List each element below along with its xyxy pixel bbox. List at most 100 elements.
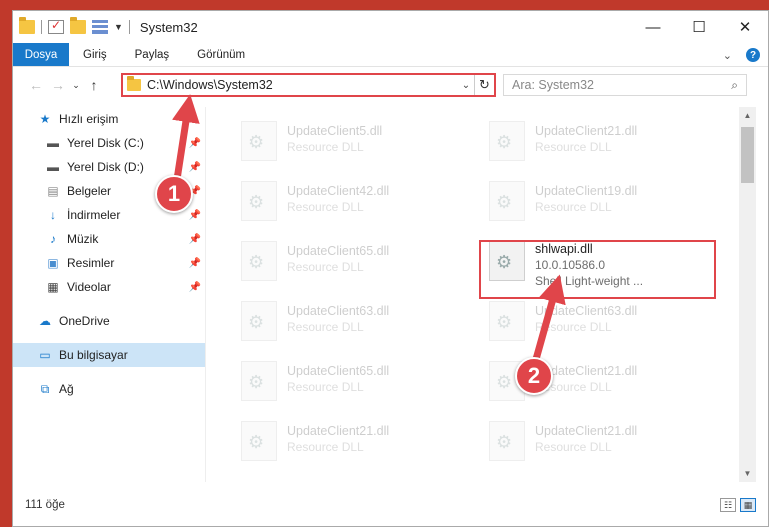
quick-access-toolbar: ▼ [19,11,130,43]
scroll-up-icon[interactable]: ▲ [739,107,756,124]
tab-view[interactable]: Görünüm [183,43,259,66]
window-controls: — ☐ ✕ [630,11,768,43]
computer-icon: ▭ [39,348,51,362]
vertical-scrollbar[interactable]: ▲ ▼ [739,107,756,482]
file-item[interactable]: UpdateClient19.dll Resource DLL [479,177,715,227]
pin-icon[interactable]: 📌 [189,234,201,245]
dll-file-icon [241,181,277,221]
file-list: UpdateClient5.dll Resource DLL UpdateClie… [209,103,741,483]
file-name: UpdateClient19.dll [535,184,638,198]
close-button[interactable]: ✕ [722,11,768,43]
dll-file-icon [489,121,525,161]
search-box[interactable]: Ara: System32 ⌕ [503,74,747,96]
toolbar-separator [128,20,130,34]
sidebar-item-label: Yerel Disk (C:) [67,136,144,150]
file-item[interactable]: UpdateClient65.dll Resource DLL [231,237,467,287]
pin-icon[interactable]: 📌 [189,138,201,149]
highlight-box-file [479,240,716,299]
forward-button[interactable]: → [47,77,69,93]
tiles-view-icon[interactable]: ▦ [740,498,756,512]
sidebar-item-label: Belgeler [67,184,112,198]
maximize-button[interactable]: ☐ [676,11,722,43]
toolbar-separator [41,20,42,34]
title-bar: ▼ System32 — ☐ ✕ [13,11,768,43]
file-item[interactable]: UpdateClient63.dll Resource DLL [479,297,715,347]
scroll-down-icon[interactable]: ▼ [739,465,756,482]
scrollbar-thumb[interactable] [741,127,754,183]
file-item[interactable]: UpdateClient42.dll Resource DLL [231,177,467,227]
refresh-icon[interactable]: ↻ [474,75,494,95]
documents-icon: ▤ [47,184,59,198]
explorer-window: ▼ System32 — ☐ ✕ Dosya Giriş Paylaş Görü… [12,10,769,527]
address-bar[interactable]: C:\Windows\System32 ⌄ ↻ [121,73,496,97]
sidebar-item-label: Hızlı erişim [59,112,119,126]
minimize-button[interactable]: — [630,11,676,43]
tab-file[interactable]: Dosya [13,43,69,66]
sidebar-item-network[interactable]: ⧉ Ağ [13,377,205,401]
sidebar-item-label: Resimler [67,256,115,270]
search-icon[interactable]: ⌕ [731,78,738,93]
dll-file-icon [241,361,277,401]
pin-icon[interactable]: 📌 [189,282,201,293]
sidebar-item-music[interactable]: ♪ Müzik 📌 [13,227,205,251]
file-item[interactable]: UpdateClient65.dll Resource DLL [231,357,467,407]
sidebar-item-onedrive[interactable]: ☁ OneDrive [13,309,205,333]
sidebar-item-local-disk-c[interactable]: ▬ Yerel Disk (C:) 📌 [13,131,205,155]
sidebar-item-label: Videolar [67,280,111,294]
cloud-icon: ☁ [39,314,51,328]
file-type: Resource DLL [535,320,612,334]
toolbar-dropdown-icon[interactable]: ▼ [114,22,123,32]
help-icon[interactable]: ? [746,48,760,62]
view-buttons: ☷ ▦ [720,498,756,512]
file-item[interactable]: UpdateClient5.dll Resource DLL [231,117,467,167]
file-item[interactable]: UpdateClient21.dllResource DLL [231,417,467,467]
navigation-bar: ← → ⌄ ↑ C:\Windows\System32 ⌄ ↻ Ara: Sys… [13,69,768,101]
sidebar-item-quick-access[interactable]: ★ Hızlı erişim [13,107,205,131]
annotation-badge-2: 2 [515,357,553,395]
up-button[interactable]: ↑ [83,77,105,93]
folder-icon [127,76,141,91]
pin-icon[interactable]: 📌 [189,162,201,173]
file-item[interactable]: UpdateClient21.dll Resource DLL [479,417,715,467]
star-icon: ★ [39,112,51,126]
file-name: UpdateClient21.dll [535,424,638,438]
sidebar-item-videos[interactable]: ▦ Videolar 📌 [13,275,205,299]
file-type: Resource DLL [535,200,612,214]
pictures-icon: ▣ [47,256,59,270]
address-path[interactable]: C:\Windows\System32 [147,78,458,92]
sidebar-item-label: Bu bilgisayar [59,348,128,362]
chevron-down-icon[interactable]: ⌄ [458,80,474,91]
dll-file-icon [241,421,277,461]
sidebar-item-label: Müzik [67,232,99,246]
tab-home[interactable]: Giriş [69,43,121,66]
back-button[interactable]: ← [25,77,47,93]
sidebar-item-this-pc[interactable]: ▭ Bu bilgisayar [13,343,205,367]
dll-file-icon [241,241,277,281]
ribbon-right-controls: ⌄ ? [723,43,760,67]
dll-file-icon [241,301,277,341]
file-type: Resource DLL [535,140,612,154]
ribbon-expand-icon[interactable]: ⌄ [723,49,732,62]
properties-check-icon[interactable] [48,18,64,34]
tab-share[interactable]: Paylaş [121,43,184,66]
search-input[interactable]: Ara: System32 [512,78,731,92]
file-item[interactable]: UpdateClient21.dllResource DLL [479,117,715,167]
file-item[interactable]: UpdateClient21.dllResource DLL [479,357,715,407]
file-item[interactable]: UpdateClient63.dll Resource DLL [231,297,467,347]
drive-icon: ▬ [47,136,59,150]
dll-file-icon [489,301,525,341]
sidebar-item-label: Yerel Disk (D:) [67,160,144,174]
folder-icon[interactable] [19,17,35,34]
pin-icon[interactable]: 📌 [189,210,201,221]
sidebar-item-pictures[interactable]: ▣ Resimler 📌 [13,251,205,275]
customize-toolbar-icon[interactable] [92,20,108,34]
downloads-icon: ↓ [50,208,56,222]
file-type: Resource DLL [535,440,612,454]
details-view-icon[interactable]: ☷ [720,498,736,512]
file-type: Resource DLL [287,320,364,334]
new-folder-icon[interactable] [70,17,86,34]
pin-icon[interactable]: 📌 [189,258,201,269]
recent-locations-button[interactable]: ⌄ [69,80,83,91]
